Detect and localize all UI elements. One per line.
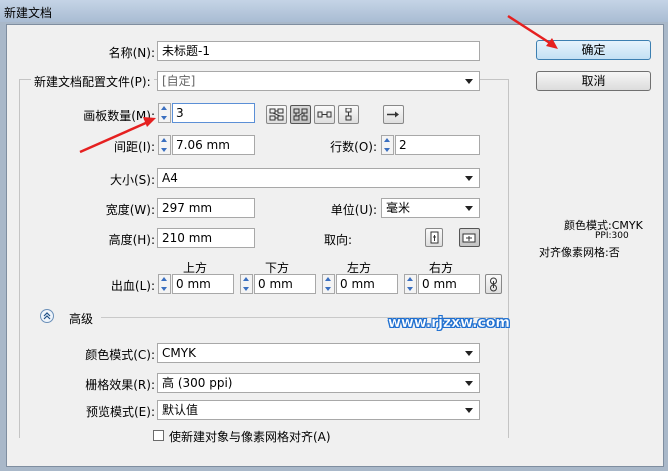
arrow-to-ok-icon [507,14,558,49]
annotation-arrows [79,14,558,154]
dialog-window: 新建文档 名称(N): 未标题-1 新建文档配置文件(P): [自定] 画板数量… [0,0,668,471]
arrow-to-artboards-icon [79,117,156,154]
